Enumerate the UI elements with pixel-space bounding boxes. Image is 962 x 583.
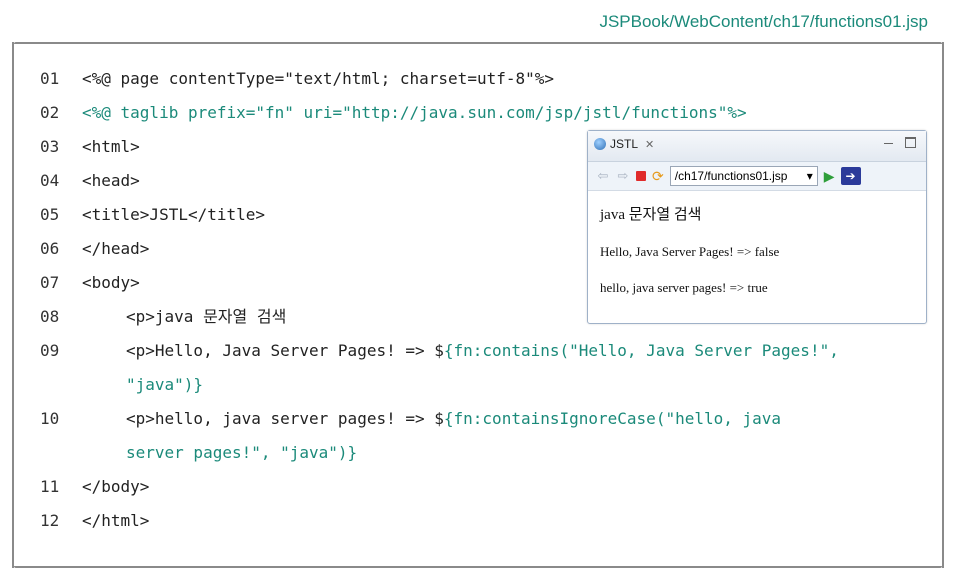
- code-line: 09 <p>Hello, Java Server Pages! => ${fn:c…: [40, 338, 930, 372]
- browser-toolbar: ⇦ ⇨ ⟳ /ch17/functions01.jsp ▾ ▶ ➔: [588, 162, 926, 191]
- code-text: <p>java 문자열 검색: [126, 307, 287, 326]
- code-text: <p>Hello, Java Server Pages! => ${fn:con…: [82, 338, 839, 364]
- url-field[interactable]: /ch17/functions01.jsp ▾: [669, 166, 818, 186]
- line-number: 02: [40, 103, 60, 122]
- code-text: <title>JSTL</title>: [82, 205, 266, 224]
- line-number: 01: [40, 69, 60, 88]
- back-arrow-icon[interactable]: ⇦: [596, 168, 610, 184]
- code-line: 02 <%@ taglib prefix="fn" uri="http://jav…: [40, 100, 930, 134]
- code-expression: {fn:contains("Hello, Java Server Pages!"…: [443, 341, 839, 360]
- go-icon[interactable]: ▶: [824, 168, 835, 185]
- code-line: 11 </body>: [40, 474, 930, 508]
- code-text: <%@ page contentType="text/html; charset…: [82, 69, 555, 88]
- code-text: <head>: [82, 171, 140, 190]
- url-text: /ch17/functions01.jsp: [674, 169, 788, 183]
- frame-bottom-border: [14, 566, 942, 568]
- line-number: 09: [40, 341, 60, 360]
- code-line-continuation: "java")}: [40, 372, 930, 406]
- code-markup: <p>Hello, Java Server Pages! => $: [126, 341, 444, 360]
- frame-top-border: [14, 42, 942, 44]
- globe-icon: [594, 138, 606, 150]
- code-line-continuation: server pages!", "java")}: [40, 440, 930, 474]
- code-expression: {fn:containsIgnoreCase("hello, java: [443, 409, 782, 428]
- refresh-icon[interactable]: ⟳: [652, 168, 664, 185]
- line-number: 03: [40, 137, 60, 156]
- file-path-label: JSPBook/WebContent/ch17/functions01.jsp: [599, 12, 928, 31]
- code-text: <%@ taglib prefix="fn" uri="http://java.…: [82, 103, 747, 122]
- line-number: 05: [40, 205, 60, 224]
- stop-icon[interactable]: [636, 171, 646, 181]
- code-line: 01 <%@ page contentType="text/html; chars…: [40, 66, 930, 100]
- code-markup: <p>hello, java server pages! => $: [126, 409, 444, 428]
- code-text: </html>: [82, 511, 150, 530]
- tab-jstl[interactable]: JSTL ✕: [594, 137, 654, 151]
- code-expression: server pages!", "java")}: [126, 443, 358, 462]
- code-text: </body>: [82, 477, 150, 496]
- output-line: hello, java server pages! => true: [600, 280, 768, 295]
- code-expression: "java")}: [126, 375, 204, 394]
- line-number: 07: [40, 273, 60, 292]
- line-number: 06: [40, 239, 60, 258]
- maximize-icon[interactable]: [905, 137, 916, 148]
- external-browser-icon[interactable]: ➔: [840, 167, 861, 185]
- code-text: <html>: [82, 137, 140, 156]
- line-number: 11: [40, 477, 60, 496]
- browser-tab-bar: JSTL ✕: [588, 131, 926, 162]
- window-controls: [884, 137, 916, 148]
- tab-label: JSTL: [610, 137, 639, 151]
- code-text: <p>hello, java server pages! => ${fn:con…: [82, 406, 781, 432]
- output-heading: java 문자열 검색: [600, 207, 702, 223]
- code-line: 10 <p>hello, java server pages! => ${fn:c…: [40, 406, 930, 440]
- code-line: 12 </html>: [40, 508, 930, 542]
- forward-arrow-icon[interactable]: ⇨: [616, 168, 630, 184]
- minimize-icon[interactable]: [884, 143, 893, 144]
- line-number: 04: [40, 171, 60, 190]
- line-number: 12: [40, 511, 60, 530]
- output-line: Hello, Java Server Pages! => false: [600, 244, 780, 259]
- code-text: </head>: [82, 239, 150, 258]
- line-number: 10: [40, 409, 60, 428]
- code-text: <body>: [82, 273, 140, 292]
- close-icon[interactable]: ✕: [645, 138, 654, 151]
- line-number: 08: [40, 307, 60, 326]
- chevron-down-icon[interactable]: ▾: [807, 169, 813, 183]
- browser-window: JSTL ✕ ⇦ ⇨ ⟳ /ch17/functions01.jsp ▾ ▶ ➔…: [587, 130, 927, 324]
